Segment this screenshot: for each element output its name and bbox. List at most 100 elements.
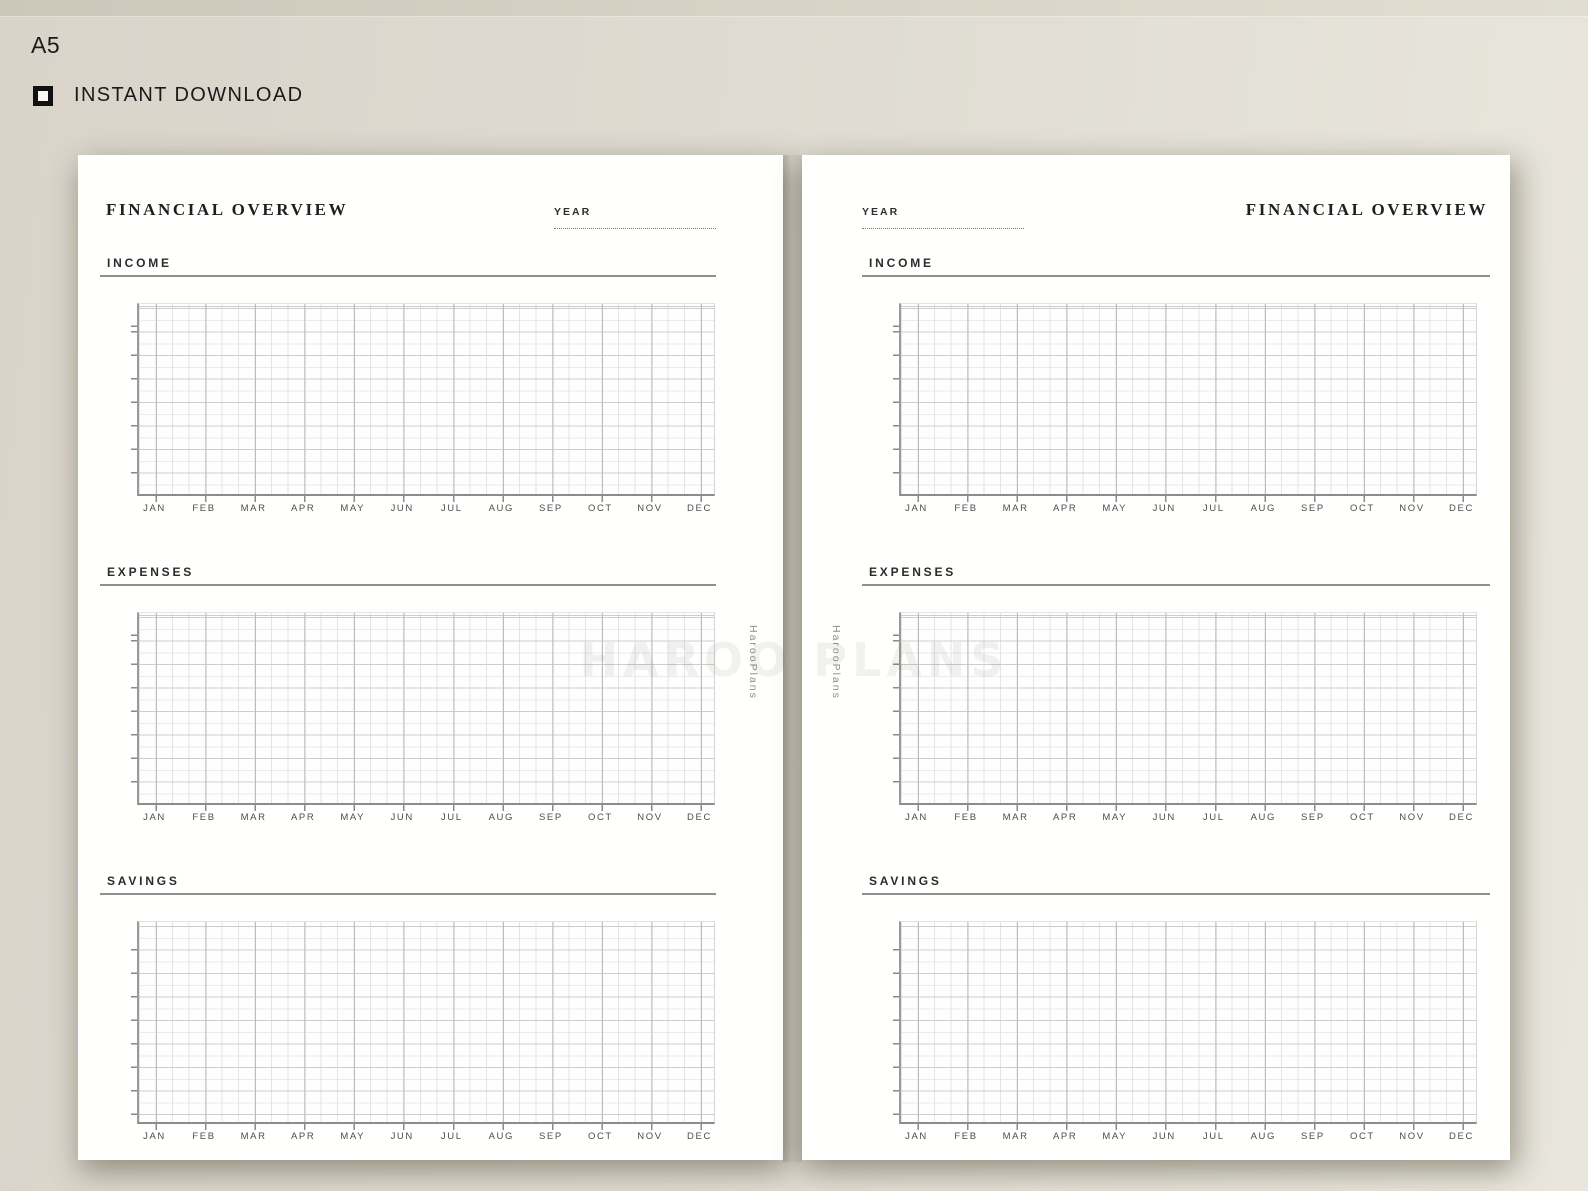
section-savings: SAVINGS JAN FEB MAR APR MAY JUN JUL AUG SEP OCT NO… [862,874,1490,1145]
month-label: MAR [240,503,267,514]
month-label: AUG [1250,503,1277,514]
section-income: INCOME JAN FEB MAR APR MAY JUN JUL AUG SEP OCT NOV… [100,256,716,517]
income-chart-grid [131,303,715,502]
month-label: DEC [1449,503,1474,514]
year-label: YEAR [862,206,900,218]
expenses-title: EXPENSES [100,565,716,586]
page-header: FINANCIAL OVERVIEW YEAR [100,200,716,230]
page-header: FINANCIAL OVERVIEW YEAR [862,200,1490,230]
month-label: MAR [240,812,267,823]
month-label: OCT [1349,812,1375,823]
month-label: MAR [1002,812,1029,823]
month-label: DEC [687,1131,712,1142]
big-watermark: HAROO PLANS [579,633,1009,687]
expenses-month-axis: JAN FEB MAR APR MAY JUN JUL AUG SEP OCT NOV DEC [899,812,1477,826]
month-label: JAN [143,503,166,514]
month-label: NOV [637,812,663,823]
month-label: MAY [340,1131,366,1142]
month-label: APR [290,1131,316,1142]
month-label: NOV [1399,812,1425,823]
month-label: JAN [905,1131,928,1142]
month-label: FEB [192,812,216,823]
checkbox-icon [33,85,53,106]
month-label: OCT [587,1131,613,1142]
month-label: FEB [192,1131,216,1142]
income-month-axis: JAN FEB MAR APR MAY JUN JUL AUG SEP OCT NOV DEC [899,503,1477,517]
month-label: MAR [1002,503,1029,514]
month-label: AUG [488,812,515,823]
month-label: JUL [1202,503,1225,514]
savings-title: SAVINGS [100,874,716,895]
savings-month-axis: JAN FEB MAR APR MAY JUN JUL AUG SEP OCT NOV DEC [899,1131,1477,1145]
month-label: MAR [1002,1131,1029,1142]
month-label: JUN [1152,812,1176,823]
instant-download-badge: INSTANT DOWNLOAD [33,84,303,107]
top-strip [0,0,1588,17]
month-label: AUG [488,503,515,514]
month-label: DEC [1449,812,1474,823]
month-label: OCT [1349,503,1375,514]
month-label: JUL [1202,1131,1225,1142]
month-label: JAN [143,812,166,823]
month-label: SEP [1300,503,1325,514]
month-label: JUN [390,1131,414,1142]
month-label: SEP [538,1131,563,1142]
month-label: JUL [440,1131,463,1142]
month-label: JAN [905,503,928,514]
savings-title: SAVINGS [862,874,1490,895]
month-label: MAY [340,503,366,514]
month-label: NOV [1399,503,1425,514]
month-label: MAY [1102,1131,1128,1142]
year-field: YEAR [554,200,716,229]
savings-month-axis: JAN FEB MAR APR MAY JUN JUL AUG SEP OCT NOV DEC [137,1131,715,1145]
income-chart: JAN FEB MAR APR MAY JUN JUL AUG SEP OCT NOV DEC [131,303,715,517]
year-label: YEAR [554,206,592,218]
month-label: JUL [440,503,463,514]
month-label: SEP [1300,1131,1325,1142]
month-label: NOV [637,503,663,514]
month-label: AUG [1250,1131,1277,1142]
month-label: DEC [1449,1131,1474,1142]
month-label: FEB [954,812,978,823]
month-label: APR [1052,503,1078,514]
month-label: DEC [687,503,712,514]
month-label: APR [290,812,316,823]
income-title: INCOME [862,256,1490,277]
month-label: NOV [1399,1131,1425,1142]
month-label: DEC [687,812,712,823]
savings-chart-grid [893,921,1477,1130]
month-label: NOV [637,1131,663,1142]
month-label: SEP [538,503,563,514]
month-label: JUL [440,812,463,823]
section-expenses: EXPENSES JAN FEB MAR APR MAY JUN JUL AUG SEP OCT N… [100,565,716,826]
instant-download-label: INSTANT DOWNLOAD [74,84,304,106]
month-label: OCT [1349,1131,1375,1142]
section-savings: SAVINGS JAN FEB MAR APR MAY JUN JUL AUG SEP OCT NO… [100,874,716,1145]
savings-chart: JAN FEB MAR APR MAY JUN JUL AUG SEP OCT NOV DEC [131,921,715,1145]
section-expenses: EXPENSES JAN FEB MAR APR MAY JUN JUL AUG SEP OCT N… [862,565,1490,826]
section-income: INCOME JAN FEB MAR APR MAY JUN JUL AUG SEP OCT NOV… [862,256,1490,517]
income-chart-grid [893,303,1477,502]
expenses-month-axis: JAN FEB MAR APR MAY JUN JUL AUG SEP OCT NOV DEC [137,812,715,826]
month-label: JAN [143,1131,166,1142]
income-title: INCOME [100,256,716,277]
month-label: JUL [1202,812,1225,823]
month-label: JAN [905,812,928,823]
month-label: OCT [587,503,613,514]
month-label: FEB [954,1131,978,1142]
year-input-line [862,228,1024,229]
month-label: APR [1052,812,1078,823]
month-label: FEB [192,503,216,514]
month-label: FEB [954,503,978,514]
month-label: APR [290,503,316,514]
month-label: AUG [488,1131,515,1142]
page-title: FINANCIAL OVERVIEW [1245,200,1488,219]
savings-chart: JAN FEB MAR APR MAY JUN JUL AUG SEP OCT NOV DEC [893,921,1477,1145]
size-label: A5 [31,32,61,58]
month-label: OCT [587,812,613,823]
month-label: JUN [390,503,414,514]
month-label: AUG [1250,812,1277,823]
month-label: JUN [1152,503,1176,514]
month-label: SEP [538,812,563,823]
page-title: FINANCIAL OVERVIEW [106,200,349,219]
